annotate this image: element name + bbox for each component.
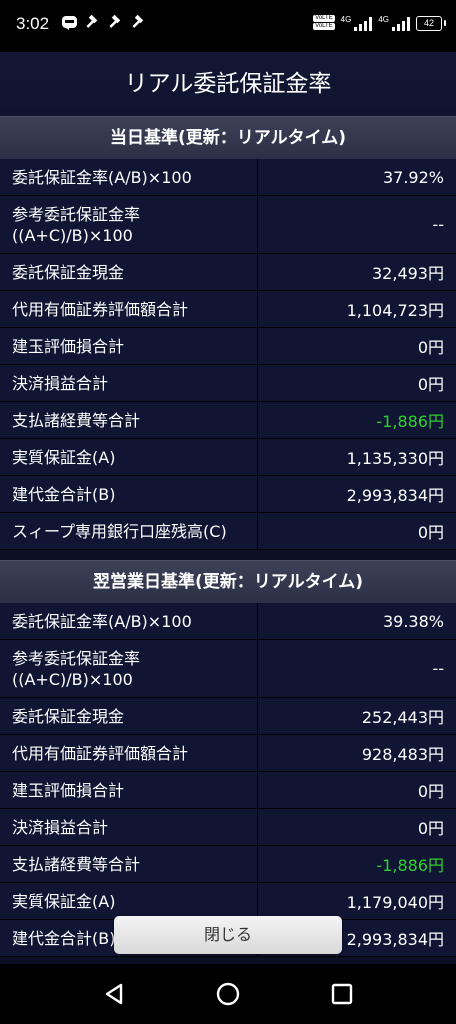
system-icons: VoLTE VoLTE 4G 4G 42 [313,15,446,31]
table-row: 委託保証金率(A/B)×100 37.92% [0,159,456,196]
row-value-negative: -1,886円 [376,856,444,875]
row-value: 0円 [417,782,444,801]
navigation-bar [0,964,456,1024]
table-row: 委託保証金現金 32,493円 [0,254,456,291]
page-title: リアル委託保証金率 [0,52,456,116]
signal-icon [392,15,410,31]
notification-icons [62,15,146,30]
row-value: 0円 [417,523,444,542]
row-label: 支払諸経費等合計 [0,402,258,438]
row-value: 1,179,040円 [346,893,444,912]
row-label: 実質保証金(A) [0,439,258,475]
row-label: 参考委託保証金率 ((A+C)/B)×100 [0,640,258,697]
battery-icon: 42 [416,15,446,31]
table-row: 建玉評価損合計 0円 [0,772,456,809]
line-app-icon [62,15,77,30]
table-row: 委託保証金現金 252,443円 [0,698,456,735]
row-label: 委託保証金現金 [0,254,258,290]
volte-icon: VoLTE VoLTE [313,15,335,30]
row-value: 252,443円 [361,708,444,727]
row-label: 委託保証金率(A/B)×100 [0,603,258,639]
row-label: 支払諸経費等合計 [0,846,258,882]
table-row: 支払諸経費等合計 -1,886円 [0,846,456,883]
row-value: 1,104,723円 [346,301,444,320]
row-label: 建代金合計(B) [0,476,258,512]
section-header: 当日基準(更新：リアルタイム) [0,116,456,159]
row-value: 0円 [417,819,444,838]
table-row: 代用有価証券評価額合計 1,104,723円 [0,291,456,328]
table-row: 実質保証金(A) 1,135,330円 [0,439,456,476]
row-label: 建玉評価損合計 [0,328,258,364]
row-label: 委託保証金率(A/B)×100 [0,159,258,195]
row-label: 委託保証金現金 [0,698,258,734]
network-type-label: 4G [340,15,352,24]
margin-rate-content[interactable]: 当日基準(更新：リアルタイム) 委託保証金率(A/B)×100 37.92% 参… [0,116,456,964]
hammer-icon [86,15,98,28]
table-row: 委託保証金率(A/B)×100 39.38% [0,603,456,640]
row-value: 0円 [417,375,444,394]
row-label: 決済損益合計 [0,365,258,401]
row-label: 参考委託保証金率 ((A+C)/B)×100 [0,196,258,253]
row-value: 0円 [417,338,444,357]
row-value: 32,493円 [372,264,444,283]
hammer-icon [132,15,144,28]
hammer-icon [109,15,121,28]
table-row: 参考委託保証金率 ((A+C)/B)×100 -- [0,640,456,698]
close-button[interactable]: 閉じる [114,916,342,954]
row-value: 928,483円 [361,745,444,764]
section-divider [0,550,456,560]
section-next-business-day: 翌営業日基準(更新：リアルタイム) 委託保証金率(A/B)×100 39.38%… [0,560,456,957]
row-value: -- [432,215,444,234]
signal-icon [354,15,373,31]
table-row: スィープ専用銀行口座残高(C) 0円 [0,513,456,550]
network-type-label: 4G [378,15,389,24]
status-time: 3:02 [16,14,50,33]
recents-icon[interactable] [328,980,356,1008]
row-label: 代用有価証券評価額合計 [0,735,258,771]
table-row: 参考委託保証金率 ((A+C)/B)×100 -- [0,196,456,254]
row-value-negative: -1,886円 [376,412,444,431]
row-value: 1,135,330円 [346,449,444,468]
row-value: 37.92% [382,167,444,187]
back-icon[interactable] [100,980,128,1008]
home-icon[interactable] [214,980,242,1008]
table-row: 支払諸経費等合計 -1,886円 [0,402,456,439]
row-label: 代用有価証券評価額合計 [0,291,258,327]
table-row: 建玉評価損合計 0円 [0,328,456,365]
row-value: -- [432,659,444,678]
row-label: スィープ専用銀行口座残高(C) [0,513,258,549]
row-value: 39.38% [382,611,444,631]
table-row: 建代金合計(B) 2,993,834円 [0,476,456,513]
table-row: 決済損益合計 0円 [0,365,456,402]
table-row: 代用有価証券評価額合計 928,483円 [0,735,456,772]
section-header: 翌営業日基準(更新：リアルタイム) [0,560,456,603]
table-row: 決済損益合計 0円 [0,809,456,846]
status-bar: 3:02 VoLTE VoLTE 4G 4G 42 [0,0,456,52]
row-label: 建玉評価損合計 [0,772,258,808]
section-today: 当日基準(更新：リアルタイム) 委託保証金率(A/B)×100 37.92% 参… [0,116,456,550]
row-label: 実質保証金(A) [0,883,258,919]
table-row: 実質保証金(A) 1,179,040円 [0,883,456,920]
row-label: 決済損益合計 [0,809,258,845]
row-value: 2,993,834円 [346,486,444,505]
